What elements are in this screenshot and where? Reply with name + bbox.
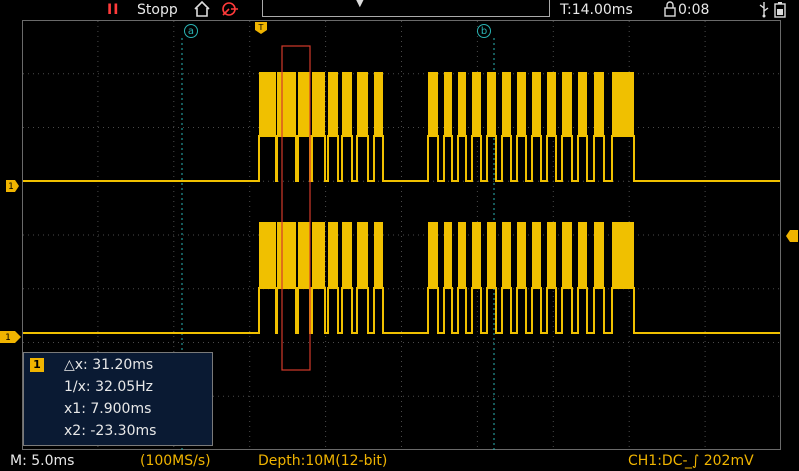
signal-burst <box>578 222 587 288</box>
cursor-b-label[interactable]: b <box>477 24 491 38</box>
x1-readout: x1: 7.900ms <box>64 401 152 417</box>
signal-burst <box>428 222 438 288</box>
signal-burst <box>277 222 296 288</box>
signal-burst <box>594 222 604 288</box>
signal-burst <box>444 72 452 136</box>
signal-burst <box>357 222 368 288</box>
signal-burst <box>517 72 526 136</box>
trigger-label: T <box>258 23 264 32</box>
signal-burst <box>259 72 276 136</box>
signal-burst <box>562 72 572 136</box>
signal-burst <box>374 72 383 136</box>
signal-burst <box>472 72 481 136</box>
memory-depth-readout[interactable]: Depth:10M(12-bit) <box>258 452 387 470</box>
signal-burst <box>458 222 466 288</box>
signal-burst <box>594 72 604 136</box>
bottom-status-bar: M: 5.0ms (100MS/s) Depth:10M(12-bit) CH1… <box>0 451 799 471</box>
signal-burst <box>458 72 466 136</box>
signal-burst <box>487 222 496 288</box>
signal-burst <box>502 222 511 288</box>
ch2-level-marker[interactable]: 1 <box>0 329 22 348</box>
signal-burst <box>312 222 325 288</box>
signal-burst <box>312 72 325 136</box>
cursor-panel-channel-badge: 1 <box>30 358 44 372</box>
signal-burst <box>259 222 276 288</box>
signal-burst <box>578 72 587 136</box>
trigger-position-marker[interactable]: T <box>254 20 268 39</box>
signal-burst <box>472 222 481 288</box>
x2-readout: x2: -23.30ms <box>64 423 157 439</box>
delta-x-readout: △x: 31.20ms <box>64 357 154 373</box>
signal-burst <box>428 72 438 136</box>
trigger-level-marker[interactable] <box>786 228 799 247</box>
signal-burst <box>547 72 556 136</box>
signal-burst <box>562 222 572 288</box>
signal-burst <box>328 72 338 136</box>
timebase-readout[interactable]: M: 5.0ms <box>10 452 74 470</box>
signal-burst <box>547 222 556 288</box>
ch1-marker-label: 1 <box>8 182 14 192</box>
ch1-trace <box>23 135 780 182</box>
signal-burst <box>328 222 338 288</box>
signal-burst <box>298 72 310 136</box>
cursor-measurement-panel: 1 △x: 31.20ms 1/x: 32.05Hz x1: 7.900ms x… <box>23 352 213 446</box>
ch1-level-marker[interactable]: 1 <box>6 178 20 197</box>
signal-burst <box>298 222 310 288</box>
ch2-marker-label: 1 <box>5 333 11 343</box>
signal-burst <box>357 72 368 136</box>
signal-burst <box>532 72 541 136</box>
signal-burst <box>374 222 383 288</box>
cursor-a-label[interactable]: a <box>184 24 198 38</box>
inverse-x-readout: 1/x: 32.05Hz <box>64 379 154 395</box>
signal-burst <box>532 222 541 288</box>
signal-burst <box>517 222 526 288</box>
signal-burst <box>342 72 352 136</box>
signal-burst <box>487 72 496 136</box>
signal-burst <box>277 72 296 136</box>
signal-burst <box>612 222 634 288</box>
signal-burst <box>444 222 452 288</box>
signal-burst <box>342 222 352 288</box>
signal-burst <box>502 72 511 136</box>
ch1-settings-readout[interactable]: CH1:DC- ̲∫ 202mV <box>628 452 754 470</box>
signal-burst <box>612 72 634 136</box>
sample-rate-readout: (100MS/s) <box>140 453 211 469</box>
